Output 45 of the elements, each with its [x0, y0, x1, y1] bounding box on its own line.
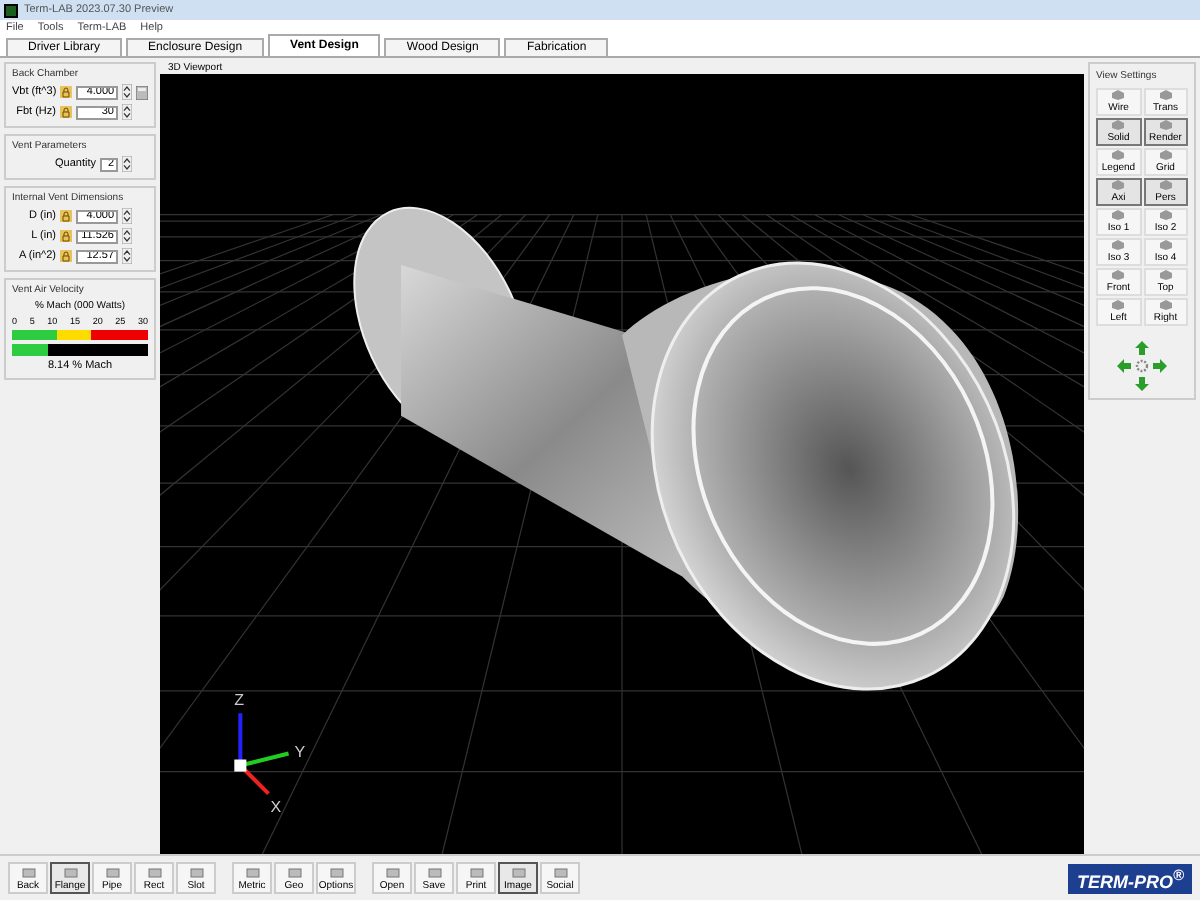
cube-icon — [1159, 180, 1172, 190]
cube-icon — [1159, 150, 1172, 160]
spinner-icon[interactable] — [122, 208, 132, 224]
app-icon — [4, 3, 18, 17]
cube-icon — [1159, 240, 1172, 250]
rectangle-icon — [511, 868, 525, 878]
lock-icon[interactable] — [60, 210, 72, 222]
cube-icon — [1159, 270, 1172, 280]
rectangle-icon — [189, 868, 203, 878]
cube-icon — [1159, 300, 1172, 310]
spinner-icon[interactable] — [122, 84, 133, 100]
cube-icon — [1112, 180, 1125, 190]
cube-icon — [1112, 210, 1125, 220]
spinner-icon[interactable] — [122, 248, 132, 264]
rectangle-icon — [147, 868, 161, 878]
cube-icon — [1159, 120, 1172, 130]
rectangle-icon — [329, 868, 343, 878]
cube-icon — [1112, 300, 1125, 310]
rectangle-icon — [245, 868, 259, 878]
rectangle-icon — [469, 868, 483, 878]
rectangle-icon — [21, 868, 35, 878]
axes-drawing: Z Y X — [234, 691, 306, 816]
logo: TERM-PRO$^{®}$ — [1068, 863, 1192, 893]
spinner-icon[interactable] — [122, 156, 132, 172]
rectangle-icon — [105, 868, 119, 878]
cube-icon — [1112, 240, 1125, 250]
cube-icon — [1112, 270, 1125, 280]
rectangle-icon — [63, 868, 77, 878]
lock-icon[interactable] — [60, 86, 73, 98]
cube-icon — [1159, 210, 1172, 220]
cube-icon — [1112, 120, 1125, 130]
lock-icon[interactable] — [60, 230, 72, 242]
rectangle-icon — [553, 868, 567, 878]
rectangle-icon — [287, 868, 301, 878]
lock-icon[interactable] — [60, 250, 72, 262]
color-scale-bar — [12, 330, 148, 340]
lock-icon[interactable] — [60, 106, 72, 118]
cube-icon — [1112, 90, 1125, 100]
cube-icon — [1112, 150, 1125, 160]
spinner-icon[interactable] — [122, 104, 132, 120]
3d-viewport[interactable]: Z Y X — [160, 74, 1084, 854]
rectangle-icon — [385, 868, 399, 878]
cube-icon — [1159, 90, 1172, 100]
rectangle-icon — [427, 868, 441, 878]
spinner-icon[interactable] — [122, 228, 132, 244]
